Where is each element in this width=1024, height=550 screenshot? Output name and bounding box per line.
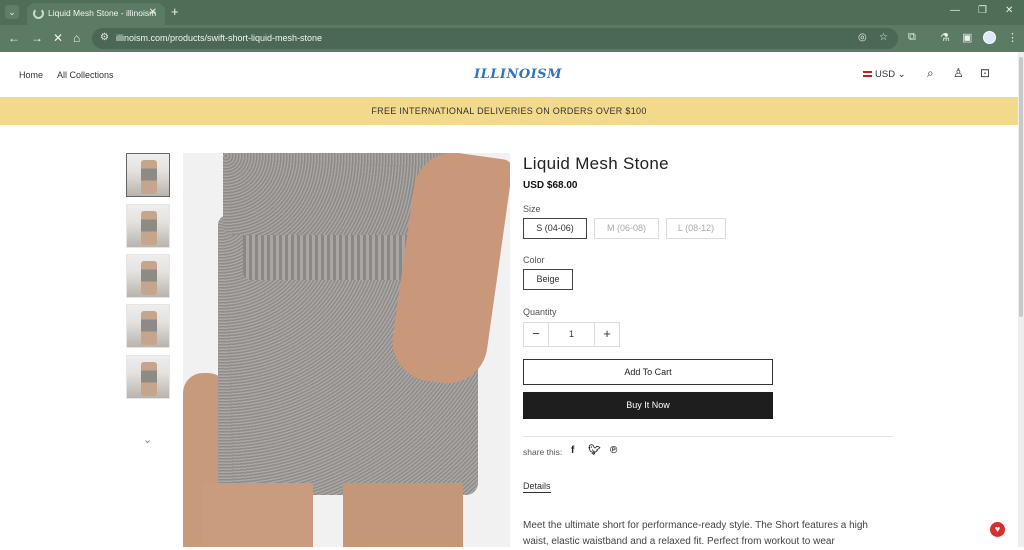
labs-icon[interactable]: ⚗ <box>940 31 950 44</box>
size-label: Size <box>523 204 541 214</box>
add-to-cart-button[interactable]: Add To Cart <box>523 359 773 385</box>
size-option-l[interactable]: L (08-12) <box>666 218 726 239</box>
site-header: Home All Collections ILLINOISM USD ⌄ ⌕ ♙… <box>0 52 1018 97</box>
loading-spinner-icon <box>33 8 44 19</box>
restore-icon[interactable]: ❐ <box>978 5 987 16</box>
product-thumbnail[interactable] <box>126 153 170 197</box>
browser-tab[interactable]: Liquid Mesh Stone - illinoism ✕ <box>27 3 165 25</box>
quantity-input[interactable]: 1 <box>549 323 594 346</box>
color-option-beige[interactable]: Beige <box>523 269 573 290</box>
url-text: illinoism.com/products/swift-short-liqui… <box>116 33 323 43</box>
extensions-icon[interactable]: ⧉ <box>908 31 916 44</box>
sidepanel-icon[interactable]: ▣ <box>962 31 972 44</box>
product-thumbnail[interactable] <box>126 355 170 399</box>
currency-label: USD <box>875 69 896 80</box>
tab-search-icon[interactable]: ⌄ <box>5 5 19 19</box>
minimize-icon[interactable]: — <box>950 5 960 16</box>
nav-home[interactable]: Home <box>19 70 43 80</box>
tab-title: Liquid Mesh Stone - illinoism <box>48 8 157 18</box>
twitter-icon[interactable]: 🐦︎ <box>588 445 601 456</box>
product-main-image[interactable] <box>183 153 510 547</box>
product-title: Liquid Mesh Stone <box>523 154 669 173</box>
search-icon[interactable]: ⌕ <box>927 66 934 81</box>
menu-icon[interactable]: ⋮ <box>1007 31 1018 44</box>
browser-toolbar: ← → ✕ ⌂ ⚙ illinoism.com/products/swift-s… <box>0 25 1024 52</box>
thumbnails-down-chevron-icon[interactable]: ⌄ <box>143 433 152 446</box>
product-thumbnail[interactable] <box>126 304 170 348</box>
pinterest-icon[interactable]: ℗ <box>610 445 617 456</box>
divider <box>523 436 893 437</box>
chevron-down-icon: ⌄ <box>897 69 906 80</box>
browser-tabbar: ⌄ Liquid Mesh Stone - illinoism ✕ + — ❐ … <box>0 0 1024 25</box>
window-close-icon[interactable]: ✕ <box>1005 5 1013 16</box>
us-flag-icon <box>863 71 872 78</box>
quantity-increase-button[interactable]: + <box>594 323 619 346</box>
size-option-m[interactable]: M (06-08) <box>594 218 659 239</box>
profile-avatar[interactable] <box>983 31 996 44</box>
scrollbar-thumb[interactable] <box>1019 57 1023 317</box>
home-icon[interactable]: ⌂ <box>73 31 80 45</box>
nav-all-collections[interactable]: All Collections <box>57 70 114 80</box>
address-bar[interactable]: ⚙ illinoism.com/products/swift-short-liq… <box>92 28 898 49</box>
page-scrollbar[interactable] <box>1018 52 1024 547</box>
back-icon[interactable]: ← <box>8 31 20 45</box>
currency-selector[interactable]: USD ⌄ <box>863 69 906 80</box>
stop-icon[interactable]: ✕ <box>53 31 63 45</box>
site-info-icon[interactable]: ⚙ <box>100 32 109 43</box>
product-thumbnail[interactable] <box>126 254 170 298</box>
bookmark-star-icon[interactable]: ☆ <box>879 32 888 43</box>
account-icon[interactable]: ♙ <box>953 66 964 80</box>
forward-icon[interactable]: → <box>31 31 43 45</box>
tab-close-icon[interactable]: ✕ <box>149 7 157 18</box>
site-logo[interactable]: ILLINOISM <box>474 67 562 82</box>
color-label: Color <box>523 255 545 265</box>
product-description: Meet the ultimate short for performance-… <box>523 520 868 547</box>
buy-it-now-button[interactable]: Buy It Now <box>523 392 773 419</box>
quantity-label: Quantity <box>523 307 557 317</box>
eye-off-icon[interactable]: ◎ <box>858 32 867 43</box>
quantity-stepper: − 1 + <box>523 322 620 347</box>
product-thumbnail[interactable] <box>126 204 170 248</box>
facebook-icon[interactable]: f <box>571 445 574 456</box>
tab-details[interactable]: Details <box>523 481 551 493</box>
quantity-decrease-button[interactable]: − <box>524 323 549 346</box>
floating-widget-icon[interactable]: ♥ <box>990 522 1005 537</box>
share-label: share this: <box>523 447 563 457</box>
announcement-bar: FREE INTERNATIONAL DELIVERIES ON ORDERS … <box>0 97 1018 125</box>
size-option-s[interactable]: S (04-06) <box>523 218 587 239</box>
product-price: USD $68.00 <box>523 180 578 191</box>
new-tab-icon[interactable]: + <box>171 4 179 19</box>
cart-icon[interactable]: ⊡ <box>980 66 990 80</box>
